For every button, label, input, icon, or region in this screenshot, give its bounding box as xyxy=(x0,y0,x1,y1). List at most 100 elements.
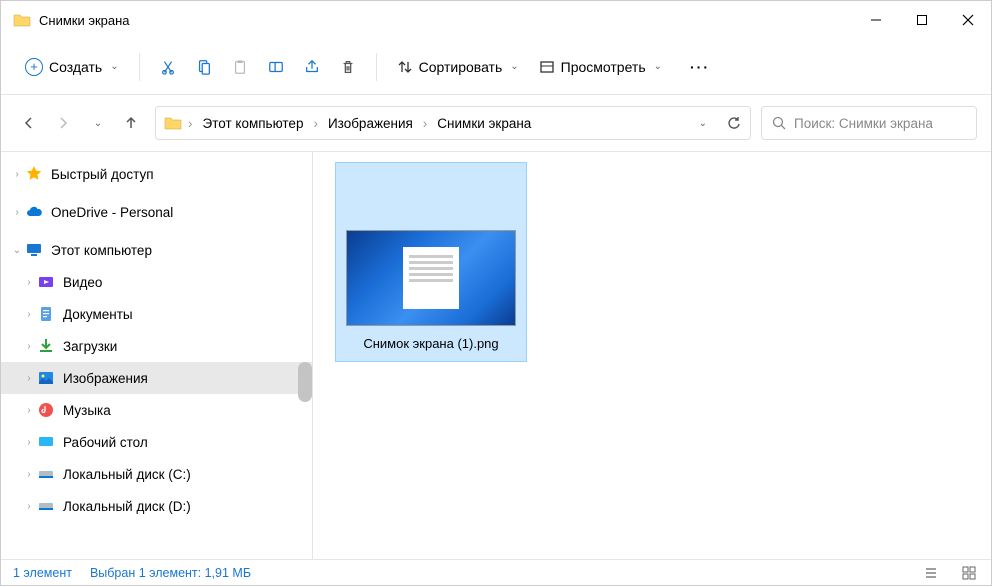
paste-button[interactable] xyxy=(222,49,258,85)
status-selection: Выбран 1 элемент: 1,91 МБ xyxy=(90,566,251,580)
sort-button[interactable]: Сортировать ⌄ xyxy=(387,49,529,85)
chevron-right-icon: › xyxy=(9,169,25,180)
rename-button[interactable] xyxy=(258,49,294,85)
refresh-button[interactable] xyxy=(727,116,742,131)
copy-button[interactable] xyxy=(186,49,222,85)
content-area[interactable]: Снимок экрана (1).png xyxy=(313,152,991,559)
thumbnails-view-button[interactable] xyxy=(959,564,979,582)
sidebar-item-disk-d[interactable]: › Локальный диск (D:) xyxy=(1,490,312,522)
sidebar-item-disk-c[interactable]: › Локальный диск (C:) xyxy=(1,458,312,490)
star-icon xyxy=(25,165,43,183)
sidebar-item-quick-access[interactable]: › Быстрый доступ xyxy=(1,158,312,190)
delete-button[interactable] xyxy=(330,49,366,85)
thumbnail xyxy=(346,230,516,326)
monitor-icon xyxy=(25,241,43,259)
label: Этот компьютер xyxy=(51,243,152,258)
download-icon xyxy=(37,337,55,355)
folder-icon xyxy=(164,116,182,130)
sidebar-item-this-pc[interactable]: ⌄ Этот компьютер xyxy=(1,234,312,266)
pictures-icon xyxy=(37,369,55,387)
address-bar: ⌄ › Этот компьютер › Изображения › Снимк… xyxy=(1,95,991,151)
breadcrumb[interactable]: › Этот компьютер › Изображения › Снимки … xyxy=(155,106,751,140)
chevron-down-icon[interactable]: ⌄ xyxy=(699,118,707,129)
details-view-button[interactable] xyxy=(921,564,941,582)
folder-icon xyxy=(13,13,31,27)
chevron-down-icon: ⌄ xyxy=(654,61,662,72)
label: Рабочий стол xyxy=(63,435,148,450)
separator xyxy=(376,53,377,81)
status-bar: 1 элемент Выбран 1 элемент: 1,91 МБ xyxy=(1,559,991,585)
sort-icon xyxy=(397,59,413,75)
chevron-down-icon: ⌄ xyxy=(110,61,118,72)
document-icon xyxy=(37,305,55,323)
disk-icon xyxy=(37,465,55,483)
search-input[interactable]: Поиск: Снимки экрана xyxy=(761,106,977,140)
crumb-screenshots[interactable]: Снимки экрана xyxy=(433,116,535,131)
chevron-right-icon: › xyxy=(21,277,37,288)
nav-arrows: ⌄ xyxy=(15,109,145,137)
chevron-right-icon: › xyxy=(421,116,430,131)
sidebar-item-videos[interactable]: › Видео xyxy=(1,266,312,298)
sidebar-item-onedrive[interactable]: › OneDrive - Personal xyxy=(1,196,312,228)
separator xyxy=(139,53,140,81)
new-label: Создать xyxy=(49,59,102,75)
main: › Быстрый доступ › OneDrive - Personal ⌄… xyxy=(1,151,991,559)
up-button[interactable] xyxy=(117,109,145,137)
cloud-icon xyxy=(25,203,43,221)
desktop-icon xyxy=(37,433,55,451)
more-button[interactable]: ··· xyxy=(682,49,718,85)
chevron-right-icon: › xyxy=(21,437,37,448)
forward-button[interactable] xyxy=(49,109,77,137)
plus-icon: + xyxy=(25,58,43,76)
file-name: Снимок экрана (1).png xyxy=(363,336,498,351)
label: Изображения xyxy=(63,371,148,386)
disk-icon xyxy=(37,497,55,515)
file-item[interactable]: Снимок экрана (1).png xyxy=(335,162,527,362)
label: OneDrive - Personal xyxy=(51,205,173,220)
share-button[interactable] xyxy=(294,49,330,85)
view-button[interactable]: Просмотреть ⌄ xyxy=(529,49,672,85)
crumb-this-pc[interactable]: Этот компьютер xyxy=(199,116,308,131)
chevron-down-icon: ⌄ xyxy=(9,245,25,256)
sort-label: Сортировать xyxy=(419,59,503,75)
chevron-right-icon: › xyxy=(186,116,195,131)
search-placeholder: Поиск: Снимки экрана xyxy=(794,116,933,131)
sidebar-item-documents[interactable]: › Документы xyxy=(1,298,312,330)
close-button[interactable] xyxy=(945,1,991,39)
chevron-right-icon: › xyxy=(21,341,37,352)
sidebar-item-desktop[interactable]: › Рабочий стол xyxy=(1,426,312,458)
label: Быстрый доступ xyxy=(51,167,154,182)
music-icon xyxy=(37,401,55,419)
sidebar-item-pictures[interactable]: › Изображения xyxy=(1,362,312,394)
cut-button[interactable] xyxy=(150,49,186,85)
chevron-right-icon: › xyxy=(21,405,37,416)
recent-button[interactable]: ⌄ xyxy=(83,109,111,137)
label: Локальный диск (D:) xyxy=(63,499,191,514)
chevron-right-icon: › xyxy=(9,207,25,218)
maximize-button[interactable] xyxy=(899,1,945,39)
titlebar: Снимки экрана xyxy=(1,1,991,39)
label: Музыка xyxy=(63,403,111,418)
sidebar-item-downloads[interactable]: › Загрузки xyxy=(1,330,312,362)
minimize-button[interactable] xyxy=(853,1,899,39)
label: Документы xyxy=(63,307,133,322)
back-button[interactable] xyxy=(15,109,43,137)
label: Видео xyxy=(63,275,102,290)
scrollbar-thumb[interactable] xyxy=(298,362,312,402)
video-icon xyxy=(37,273,55,291)
window-title: Снимки экрана xyxy=(39,13,853,28)
search-icon xyxy=(772,116,786,130)
chevron-right-icon: › xyxy=(21,501,37,512)
view-icon xyxy=(539,59,555,75)
chevron-down-icon: ⌄ xyxy=(510,61,518,72)
view-label: Просмотреть xyxy=(561,59,646,75)
crumb-pictures[interactable]: Изображения xyxy=(324,116,417,131)
chevron-down-icon: ⌄ xyxy=(94,118,102,129)
sidebar-item-music[interactable]: › Музыка xyxy=(1,394,312,426)
sidebar: › Быстрый доступ › OneDrive - Personal ⌄… xyxy=(1,152,313,559)
chevron-right-icon: › xyxy=(21,469,37,480)
status-count: 1 элемент xyxy=(13,566,72,580)
toolbar: + Создать ⌄ Сортировать ⌄ Просмотреть ⌄ … xyxy=(1,39,991,95)
chevron-right-icon: › xyxy=(21,373,37,384)
new-button[interactable]: + Создать ⌄ xyxy=(15,49,129,85)
